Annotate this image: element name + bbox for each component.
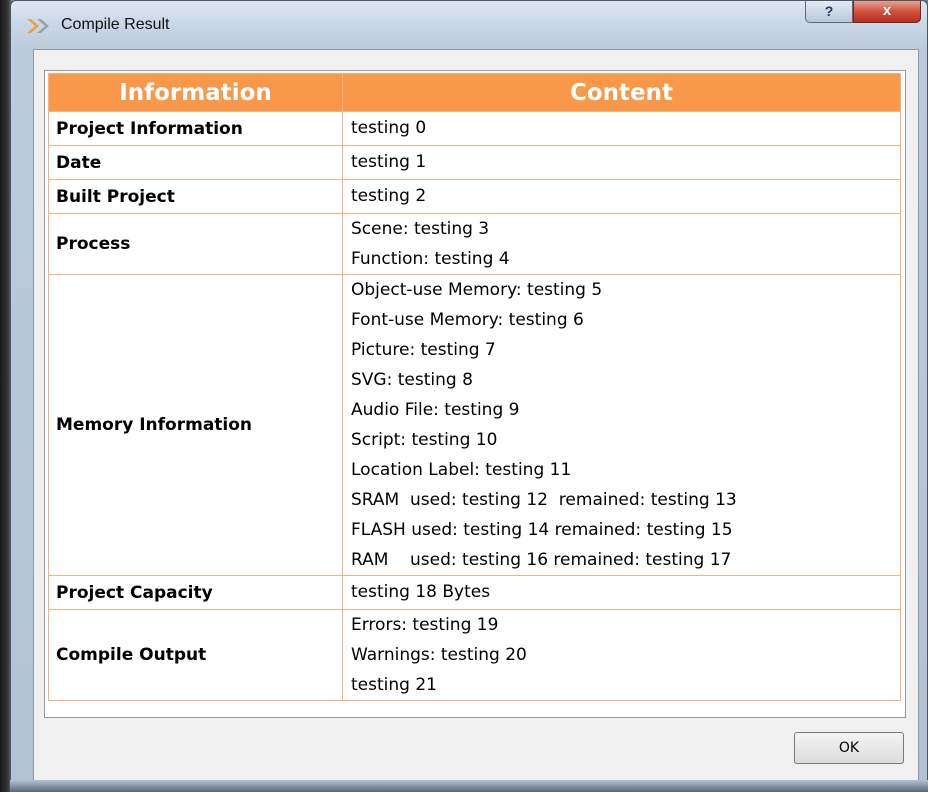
content-line: Object-use Memory: testing 5 xyxy=(351,280,603,300)
row-label: Project Capacity xyxy=(48,575,343,610)
table-row: Memory Information Object-use Memory: te… xyxy=(48,274,901,576)
content-line: Warnings: testing 20 xyxy=(351,645,527,665)
close-button[interactable]: x xyxy=(853,1,921,23)
content-line: Function: testing 4 xyxy=(351,249,510,269)
app-logo-icon xyxy=(27,19,49,33)
table-row: Project Capacity testing 18 Bytes xyxy=(48,575,901,610)
help-icon: ? xyxy=(824,3,834,19)
row-label: Built Project xyxy=(48,179,343,214)
content-line: FLASH used: testing 14 remained: testing… xyxy=(351,520,733,540)
row-label: Compile Output xyxy=(48,609,343,701)
content-line: Location Label: testing 11 xyxy=(351,460,572,480)
window-bottom-edge xyxy=(10,780,928,792)
content-line: Audio File: testing 9 xyxy=(351,400,520,420)
content-line: testing 1 xyxy=(351,152,427,172)
compile-result-dialog: Compile Result ? x Information Content P… xyxy=(10,0,928,792)
content-line: Scene: testing 3 xyxy=(351,219,490,239)
header-content: Content xyxy=(342,73,901,112)
row-content: testing 0 xyxy=(342,111,901,146)
ok-button[interactable]: OK xyxy=(794,732,904,764)
row-label: Project Information xyxy=(48,111,343,146)
content-line: testing 2 xyxy=(351,186,427,206)
row-label: Process xyxy=(48,213,343,275)
close-icon: x xyxy=(882,2,892,19)
header-information: Information xyxy=(48,73,343,112)
table-row: Compile Output Errors: testing 19 Warnin… xyxy=(48,609,901,701)
result-table-frame: Information Content Project Information … xyxy=(44,70,906,718)
content-line: SRAM used: testing 12 remained: testing … xyxy=(351,490,737,510)
row-content: Object-use Memory: testing 5 Font-use Me… xyxy=(342,274,901,576)
content-line: testing 0 xyxy=(351,118,427,138)
content-line: Picture: testing 7 xyxy=(351,340,496,360)
content-line: Errors: testing 19 xyxy=(351,615,499,635)
window-title: Compile Result xyxy=(61,16,170,33)
content-line: SVG: testing 8 xyxy=(351,370,473,390)
compile-result-table: Information Content Project Information … xyxy=(48,73,901,701)
content-line: Font-use Memory: testing 6 xyxy=(351,310,584,330)
row-label: Date xyxy=(48,145,343,180)
table-row: Built Project testing 2 xyxy=(48,179,901,214)
row-content: Errors: testing 19 Warnings: testing 20 … xyxy=(342,609,901,701)
row-content: testing 1 xyxy=(342,145,901,180)
row-content: Scene: testing 3 Function: testing 4 xyxy=(342,213,901,275)
content-line: RAM used: testing 16 remained: testing 1… xyxy=(351,550,732,570)
table-row: Date testing 1 xyxy=(48,145,901,180)
row-label: Memory Information xyxy=(48,274,343,576)
help-button[interactable]: ? xyxy=(805,1,853,23)
row-content: testing 18 Bytes xyxy=(342,575,901,610)
title-bar[interactable]: Compile Result ? x xyxy=(11,1,927,49)
table-header-row: Information Content xyxy=(48,73,901,112)
content-line: testing 18 Bytes xyxy=(351,582,491,602)
ok-button-label: OK xyxy=(838,740,860,756)
table-row: Project Information testing 0 xyxy=(48,111,901,146)
content-line: Script: testing 10 xyxy=(351,430,498,450)
content-line: testing 21 xyxy=(351,675,437,695)
dialog-body: Information Content Project Information … xyxy=(33,49,919,781)
table-row: Process Scene: testing 3 Function: testi… xyxy=(48,213,901,275)
row-content: testing 2 xyxy=(342,179,901,214)
